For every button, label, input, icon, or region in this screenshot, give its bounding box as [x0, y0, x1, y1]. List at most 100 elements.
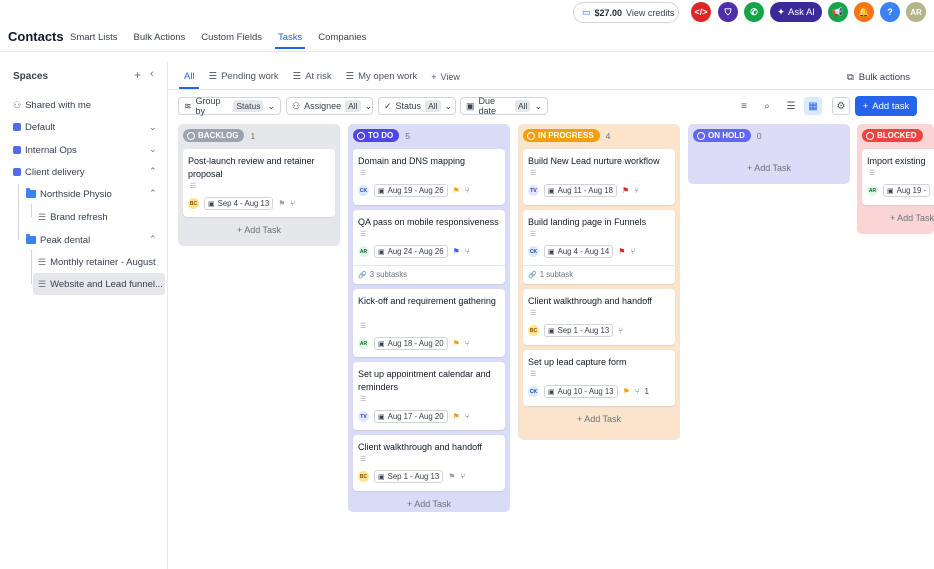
group-by-dropdown[interactable]: ≋ Group by Status ⌄ [178, 96, 281, 116]
chevron-down-icon[interactable]: ⌄ [149, 144, 157, 155]
bell-icon[interactable]: 🔔 [854, 2, 874, 22]
date-range[interactable]: ▣ Aug 24 - Aug 26 [374, 245, 448, 258]
priority-flag-icon[interactable]: ⚑ [622, 186, 629, 195]
add-view-button[interactable]: + View [431, 72, 460, 82]
date-range[interactable]: ▣ Sep 1 - Aug 13 [374, 470, 444, 483]
add-task-link[interactable]: + Add Task [178, 225, 340, 235]
dependency-icon[interactable]: ⑂ [290, 199, 295, 208]
assignee-avatar[interactable]: BC [188, 198, 199, 209]
date-range[interactable]: ▣ Sep 1 - Aug 13 [544, 324, 614, 337]
date-range[interactable]: ▣ Aug 17 - Aug 20 [374, 410, 448, 423]
subtasks-toggle[interactable]: 🔗 3 subtasks [358, 270, 407, 279]
tab-custom-fields[interactable]: Custom Fields [201, 32, 262, 43]
assignee-avatar[interactable]: BC [358, 471, 369, 482]
ask-ai-button[interactable]: ✦ Ask AI [770, 2, 822, 22]
dependency-icon[interactable]: ⑂ [460, 472, 465, 481]
add-task-link[interactable]: + Add Task [518, 414, 680, 424]
assignee-avatar[interactable]: CK [528, 386, 539, 397]
assignee-avatar[interactable]: BC [528, 325, 539, 336]
list-monthly-retainer[interactable]: ☰ Monthly retainer - August [38, 252, 156, 272]
assignee-avatar[interactable]: TV [528, 185, 539, 196]
collapse-sidebar-icon[interactable]: ‹ [150, 68, 154, 80]
task-card[interactable]: Build landing page in Funnels ☰ CK ▣ Aug 4 -… [523, 210, 675, 284]
assignee-avatar[interactable]: TV [358, 411, 369, 422]
tab-pending-work[interactable]: ☰ Pending work [209, 71, 279, 82]
folder-peak-dental[interactable]: Peak dental [26, 230, 90, 250]
folder-northside-physio[interactable]: Northside Physio [26, 184, 112, 204]
chevron-down-icon[interactable]: ⌄ [149, 122, 157, 133]
task-card[interactable]: Client walkthrough and handoff ☰ BC ▣ Sep 1 … [523, 289, 675, 345]
dependency-icon[interactable]: ⑂ [618, 326, 623, 335]
board-view-icon[interactable]: ▦ [804, 97, 822, 115]
task-card[interactable]: Set up appointment calendar and reminder… [353, 362, 505, 430]
priority-flag-icon[interactable]: ⚑ [453, 339, 460, 348]
add-task-button[interactable]: + Add task [855, 96, 917, 116]
list-brand-refresh[interactable]: ☰ Brand refresh [38, 207, 108, 227]
phone-icon[interactable]: ✆ [744, 2, 764, 22]
megaphone-icon[interactable]: 📢 [828, 2, 848, 22]
task-card[interactable]: Kick-off and requirement gathering ☰ AR ▣ Au… [353, 289, 505, 357]
date-range[interactable]: ▣ Sep 4 - Aug 13 [204, 197, 274, 210]
task-card[interactable]: Post-launch review and retainer proposal… [183, 149, 335, 217]
gear-icon[interactable]: ⚙ [832, 97, 850, 115]
add-task-link[interactable]: + Add Task [857, 213, 934, 223]
priority-flag-icon[interactable]: ⚑ [278, 199, 285, 208]
date-range[interactable]: ▣ Aug 11 - Aug 18 [544, 184, 617, 197]
date-range[interactable]: ▣ Aug 10 - Aug 13 [544, 385, 618, 398]
tab-smart-lists[interactable]: Smart Lists [70, 32, 118, 43]
date-range[interactable]: ▣ Aug 19 - Aug 26 [374, 184, 448, 197]
task-card[interactable]: Build New Lead nurture workflow ☰ TV ▣ Aug 1… [523, 149, 675, 205]
search-icon[interactable]: ⌕ [758, 97, 776, 115]
assignee-avatar[interactable]: AR [867, 185, 878, 196]
date-range[interactable]: ▣ Aug 19 - [883, 184, 931, 197]
tab-my-open-work[interactable]: ☰ My open work [346, 71, 418, 82]
sidebar-item-internal-ops[interactable]: Internal Ops [13, 140, 77, 160]
task-card[interactable]: Domain and DNS mapping ☰ CK ▣ Aug 19 - Aug 2… [353, 149, 505, 205]
priority-flag-icon[interactable]: ⚑ [448, 472, 455, 481]
priority-flag-icon[interactable]: ⚑ [623, 387, 630, 396]
shared-with-me[interactable]: ⚇ Shared with me [13, 95, 91, 115]
dependency-icon[interactable]: ⑂ [465, 339, 470, 348]
assignee-avatar[interactable]: CK [358, 185, 369, 196]
user-avatar[interactable]: AR [906, 2, 926, 22]
subtasks-toggle[interactable]: 🔗 1 subtask [528, 270, 573, 279]
list-website-lead-funnel[interactable]: ☰ Website and Lead funnel... [33, 273, 165, 295]
add-task-link[interactable]: + Add Task [348, 499, 510, 509]
assignee-dropdown[interactable]: ⚇ Assignee All ⌄ [286, 97, 373, 115]
priority-flag-icon[interactable]: ⚑ [453, 247, 460, 256]
tab-at-risk[interactable]: ☰ At risk [293, 71, 332, 82]
add-task-link[interactable]: + Add Task [688, 163, 850, 173]
due-date-dropdown[interactable]: ▣ Due date All ⌄ [460, 96, 548, 116]
dependency-icon[interactable]: ⑂ [634, 186, 639, 195]
add-space-icon[interactable]: + [134, 68, 141, 82]
assignee-avatar[interactable]: CK [528, 246, 539, 257]
shield-icon[interactable]: ⛉ [718, 2, 738, 22]
sidebar-item-default[interactable]: Default [13, 117, 55, 137]
assignee-avatar[interactable]: AR [358, 338, 369, 349]
dependency-icon[interactable]: ⑂ [465, 186, 470, 195]
tab-bulk-actions[interactable]: Bulk Actions [134, 32, 186, 43]
priority-flag-icon[interactable]: ⚑ [453, 412, 460, 421]
status-dropdown[interactable]: ✓ Status All ⌄ [378, 97, 456, 115]
dependency-icon[interactable]: ⑂ [630, 247, 635, 256]
sidebar-item-client-delivery[interactable]: Client delivery [13, 162, 85, 182]
dependency-icon[interactable]: ⑂ [465, 247, 470, 256]
task-card[interactable]: Client walkthrough and handoff ☰ BC ▣ Sep 1 … [353, 435, 505, 491]
date-range[interactable]: ▣ Aug 4 - Aug 14 [544, 245, 614, 258]
tab-all[interactable]: All [184, 71, 195, 82]
priority-flag-icon[interactable]: ⚑ [618, 247, 625, 256]
filter-icon[interactable]: ≡ [735, 97, 753, 115]
chevron-up-icon[interactable]: ⌃ [149, 166, 157, 177]
dependency-icon[interactable]: ⑂ [465, 412, 470, 421]
task-card[interactable]: Import existing ☰ AR ▣ Aug 19 - [862, 149, 934, 205]
help-icon[interactable]: ? [880, 2, 900, 22]
code-icon[interactable]: </> [691, 2, 711, 22]
credits-button[interactable]: ▭ $27.00 View credits [573, 2, 679, 23]
bulk-actions-button[interactable]: ⧉ Bulk actions [847, 72, 910, 83]
task-card[interactable]: Set up lead capture form ☰ CK ▣ Aug 10 - Aug… [523, 350, 675, 406]
chevron-up-icon[interactable]: ⌃ [149, 234, 157, 245]
tab-companies[interactable]: Companies [318, 32, 366, 43]
tab-tasks[interactable]: Tasks [274, 32, 306, 49]
assignee-avatar[interactable]: AR [358, 246, 369, 257]
dependency-icon[interactable]: ⑂ [635, 387, 640, 396]
